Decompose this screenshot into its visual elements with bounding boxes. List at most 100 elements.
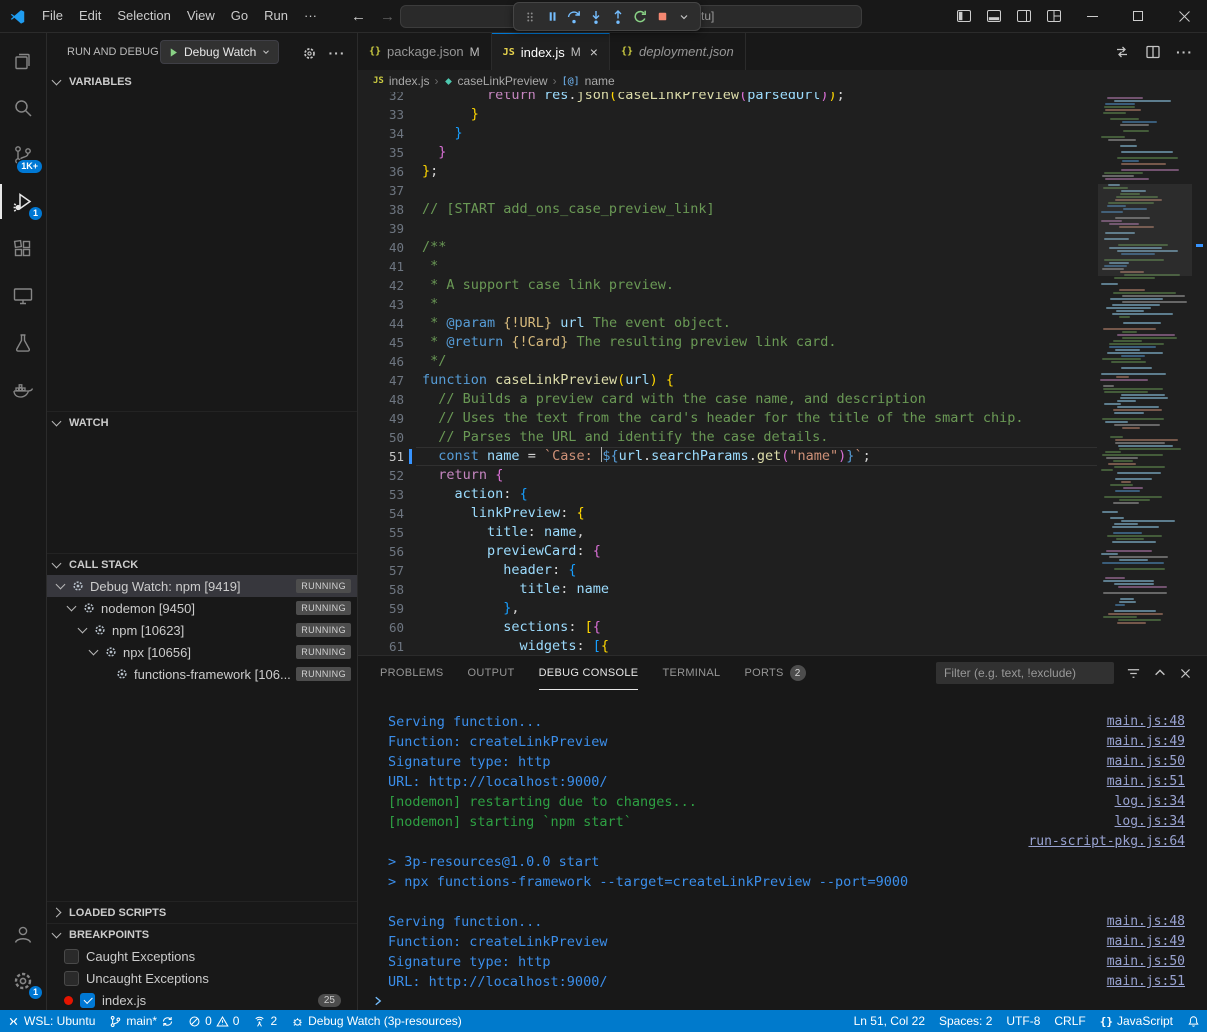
debug-console[interactable]: Serving function...main.js:48Function: c… bbox=[358, 690, 1207, 1010]
code-editor[interactable]: 32 return res.json(caseLinkPreview(parse… bbox=[358, 92, 1207, 655]
activity-search[interactable] bbox=[0, 84, 46, 131]
console-source-link[interactable]: main.js:51 bbox=[1107, 972, 1185, 992]
code-line[interactable]: 36}; bbox=[358, 162, 1097, 181]
code-line[interactable]: 56 previewCard: { bbox=[358, 542, 1097, 561]
code-line[interactable]: 35 } bbox=[358, 143, 1097, 162]
code-line[interactable]: 59 }, bbox=[358, 599, 1097, 618]
close-icon[interactable]: × bbox=[590, 44, 598, 60]
debug-status-item[interactable]: Debug Watch (3p-resources) bbox=[284, 1010, 469, 1032]
tab-index-js[interactable]: JS index.js M × bbox=[492, 33, 610, 70]
minimize-button[interactable] bbox=[1069, 0, 1115, 32]
console-source-link[interactable]: main.js:48 bbox=[1107, 712, 1185, 732]
code-line[interactable]: 45 * @return {!Card} The resulting previ… bbox=[358, 333, 1097, 352]
menu-go[interactable]: Go bbox=[223, 5, 256, 27]
close-button[interactable] bbox=[1161, 0, 1207, 32]
code-line[interactable]: 60 sections: [{ bbox=[358, 618, 1097, 637]
debug-launch-dropdown[interactable]: Debug Watch bbox=[160, 40, 279, 64]
code-line[interactable]: 47function caseLinkPreview(url) { bbox=[358, 371, 1097, 390]
menu-file[interactable]: File bbox=[34, 5, 71, 27]
code-line[interactable]: 58 title: name bbox=[358, 580, 1097, 599]
code-line[interactable]: 61 widgets: [{ bbox=[358, 637, 1097, 655]
tab-ports[interactable]: PORTS 2 bbox=[744, 656, 805, 690]
code-line[interactable]: 50 // Parses the URL and identify the ca… bbox=[358, 428, 1097, 447]
stop-icon[interactable] bbox=[651, 5, 673, 29]
step-out-icon[interactable] bbox=[607, 5, 629, 29]
activity-run-debug[interactable]: 1 bbox=[0, 178, 46, 225]
activity-testing[interactable] bbox=[0, 319, 46, 366]
menu-view[interactable]: View bbox=[179, 5, 223, 27]
activity-remote-explorer[interactable] bbox=[0, 272, 46, 319]
menu-run[interactable]: Run bbox=[256, 5, 296, 27]
callstack-row[interactable]: npm [10623]RUNNING bbox=[47, 619, 357, 641]
step-into-icon[interactable] bbox=[585, 5, 607, 29]
code-line[interactable]: 40/** bbox=[358, 238, 1097, 257]
code-line[interactable]: 48 // Builds a preview card with the cas… bbox=[358, 390, 1097, 409]
step-over-icon[interactable] bbox=[563, 5, 585, 29]
breadcrumb-symbol[interactable]: caseLinkPreview bbox=[458, 74, 548, 88]
code-line[interactable]: 53 action: { bbox=[358, 485, 1097, 504]
switch-editor-icon[interactable] bbox=[1114, 44, 1130, 60]
minimap[interactable] bbox=[1098, 92, 1192, 655]
tab-debug-console[interactable]: DEBUG CONSOLE bbox=[539, 656, 639, 690]
maximize-button[interactable] bbox=[1115, 0, 1161, 32]
code-line[interactable]: 34 } bbox=[358, 124, 1097, 143]
overview-ruler[interactable] bbox=[1192, 92, 1207, 655]
minimap-slider[interactable] bbox=[1098, 184, 1192, 276]
code-line[interactable]: 55 title: name, bbox=[358, 523, 1097, 542]
console-source-link[interactable]: log.js:34 bbox=[1115, 812, 1185, 832]
code-line[interactable]: 57 header: { bbox=[358, 561, 1097, 580]
restart-icon[interactable] bbox=[629, 5, 651, 29]
code-line[interactable]: 46 */ bbox=[358, 352, 1097, 371]
drag-grip-icon[interactable] bbox=[519, 5, 541, 29]
activity-explorer[interactable] bbox=[0, 37, 46, 84]
maximize-panel-icon[interactable] bbox=[1153, 666, 1167, 680]
console-source-link[interactable]: run-script-pkg.js:64 bbox=[1028, 832, 1185, 852]
console-input-row[interactable] bbox=[358, 992, 1207, 1010]
code-line[interactable]: 54 linkPreview: { bbox=[358, 504, 1097, 523]
nav-forward-icon[interactable]: → bbox=[380, 8, 395, 25]
remote-indicator[interactable]: WSL: Ubuntu bbox=[0, 1010, 102, 1032]
section-variables[interactable]: VARIABLES bbox=[47, 71, 357, 93]
pause-icon[interactable] bbox=[541, 5, 563, 29]
section-watch[interactable]: WATCH bbox=[47, 411, 357, 433]
toggle-panel-icon[interactable] bbox=[979, 3, 1009, 29]
tab-problems[interactable]: PROBLEMS bbox=[380, 656, 444, 690]
toggle-secondary-sidebar-icon[interactable] bbox=[1009, 3, 1039, 29]
customize-layout-icon[interactable] bbox=[1039, 3, 1069, 29]
eol-sequence[interactable]: CRLF bbox=[1047, 1010, 1092, 1032]
callstack-row[interactable]: Debug Watch: npm [9419]RUNNING bbox=[47, 575, 357, 597]
code-line[interactable]: 42 * A support case link preview. bbox=[358, 276, 1097, 295]
menu-more[interactable]: ··· bbox=[296, 5, 325, 27]
section-breakpoints[interactable]: BREAKPOINTS bbox=[47, 923, 357, 945]
console-source-link[interactable]: main.js:49 bbox=[1107, 732, 1185, 752]
encoding[interactable]: UTF-8 bbox=[999, 1010, 1047, 1032]
console-filter-input[interactable] bbox=[936, 662, 1114, 684]
menu-edit[interactable]: Edit bbox=[71, 5, 109, 27]
callstack-row[interactable]: nodemon [9450]RUNNING bbox=[47, 597, 357, 619]
sidebar-more-actions-icon[interactable]: ··· bbox=[328, 44, 346, 62]
console-source-link[interactable]: main.js:50 bbox=[1107, 952, 1185, 972]
activity-source-control[interactable]: 1K+ bbox=[0, 131, 46, 178]
callstack-row[interactable]: npx [10656]RUNNING bbox=[47, 641, 357, 663]
tab-terminal[interactable]: TERMINAL bbox=[662, 656, 720, 690]
cursor-position[interactable]: Ln 51, Col 22 bbox=[847, 1010, 932, 1032]
nav-back-icon[interactable]: ← bbox=[351, 8, 366, 25]
more-actions-icon[interactable]: ··· bbox=[1176, 44, 1193, 60]
menu-selection[interactable]: Selection bbox=[109, 5, 178, 27]
notifications-item[interactable] bbox=[1180, 1010, 1207, 1032]
callstack-row[interactable]: functions-framework [106...RUNNING bbox=[47, 663, 357, 685]
chevron-down-icon[interactable] bbox=[673, 5, 695, 29]
breakpoint-row[interactable]: index.js25 bbox=[47, 989, 357, 1011]
console-source-link[interactable]: main.js:50 bbox=[1107, 752, 1185, 772]
breadcrumb-symbol[interactable]: name bbox=[585, 74, 615, 88]
code-line[interactable]: 43 * bbox=[358, 295, 1097, 314]
ports-item[interactable]: 2 bbox=[246, 1010, 284, 1032]
code-line[interactable]: 37 bbox=[358, 181, 1097, 200]
indentation[interactable]: Spaces: 2 bbox=[932, 1010, 999, 1032]
tab-output[interactable]: OUTPUT bbox=[468, 656, 515, 690]
code-line[interactable]: 33 } bbox=[358, 105, 1097, 124]
console-source-link[interactable]: main.js:48 bbox=[1107, 912, 1185, 932]
close-panel-icon[interactable] bbox=[1179, 667, 1192, 680]
tab-deployment-json[interactable]: {} deployment.json bbox=[610, 33, 746, 70]
code-line[interactable]: 32 return res.json(caseLinkPreview(parse… bbox=[358, 92, 1097, 105]
